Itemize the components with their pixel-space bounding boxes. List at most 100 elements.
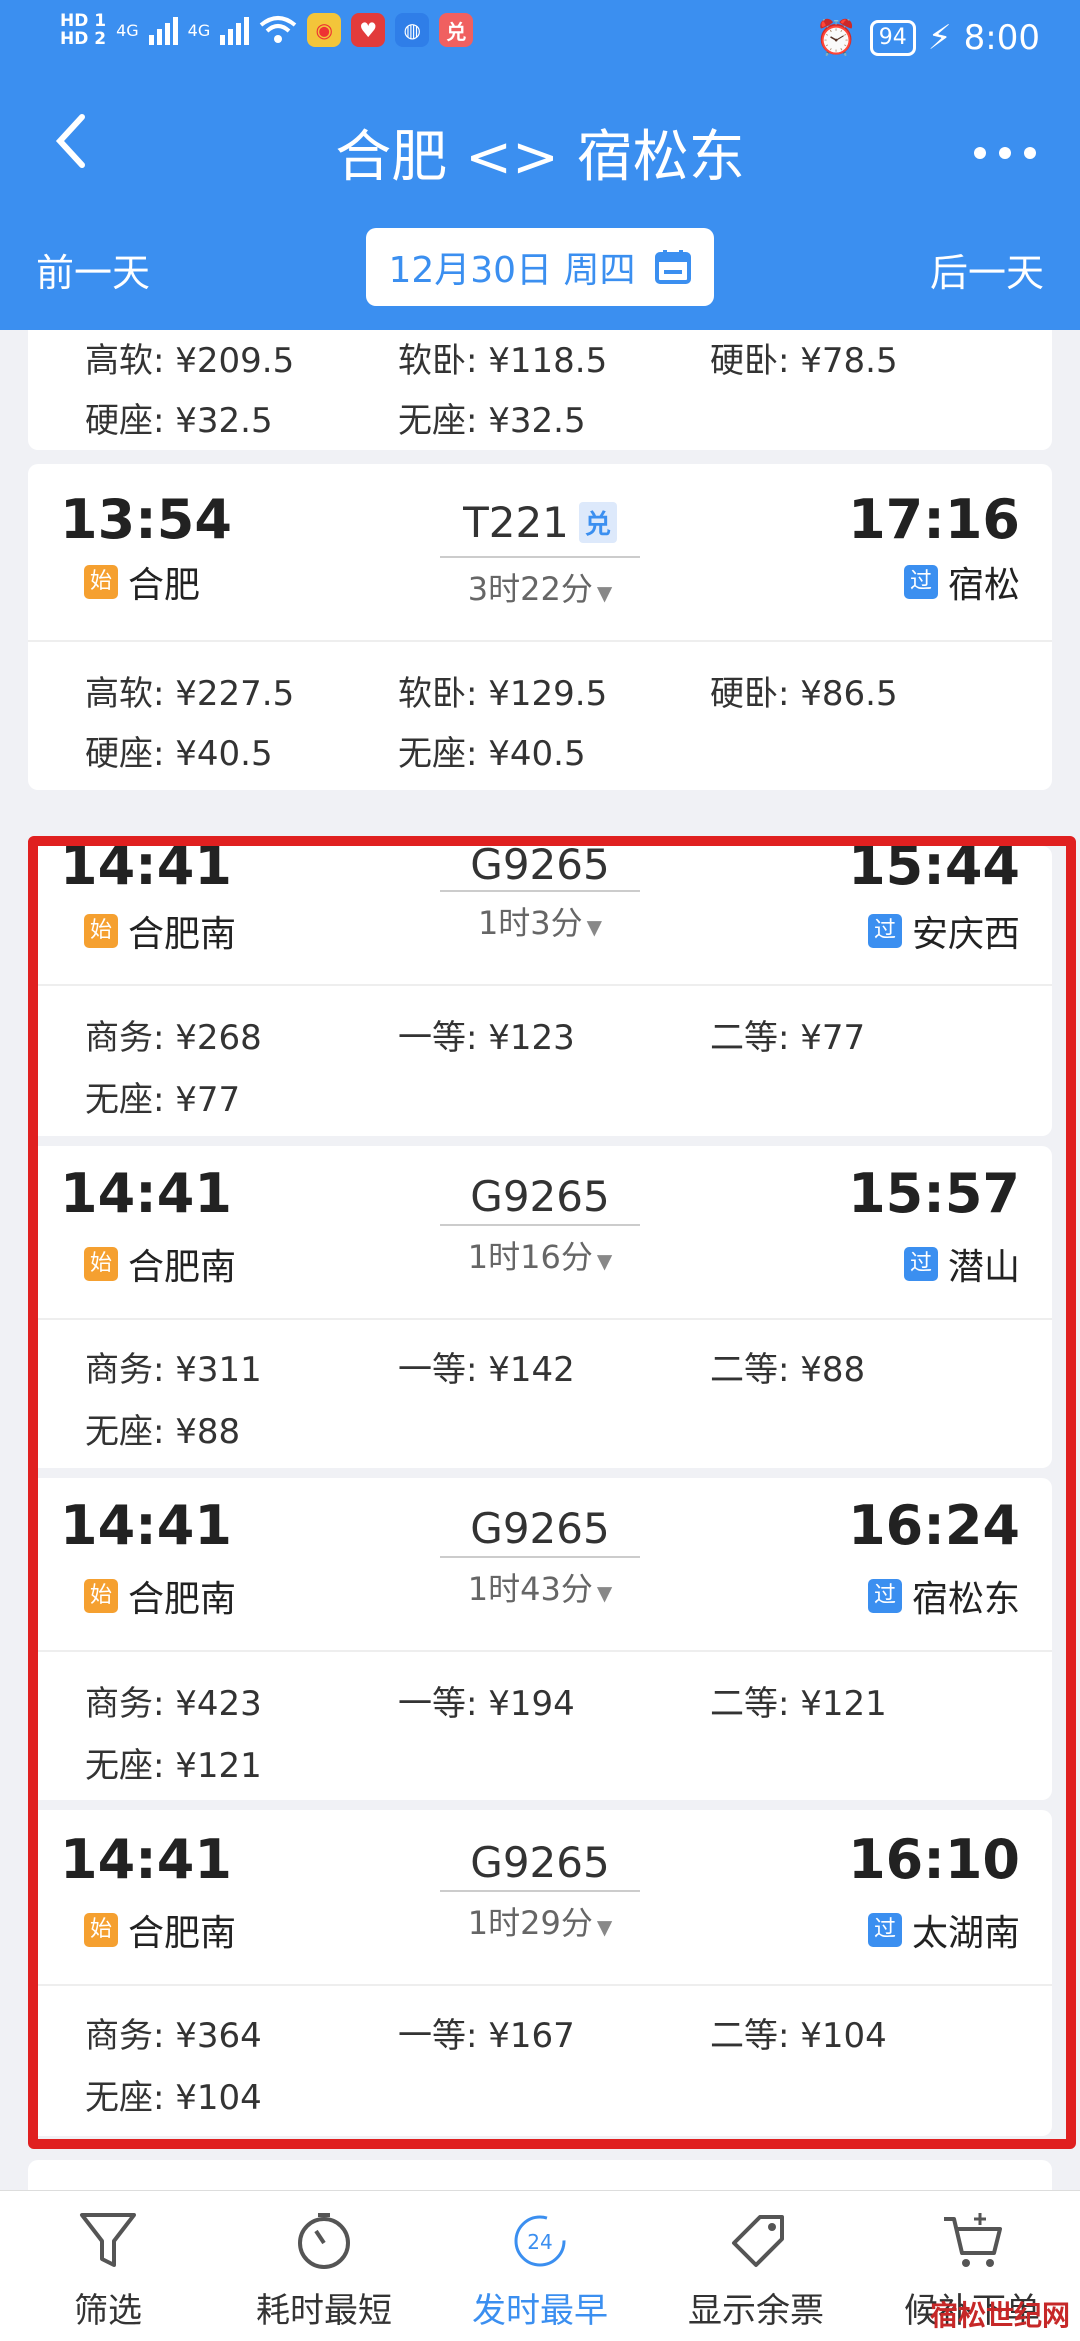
chevron-down-icon: ▼ (596, 1249, 613, 1273)
price-item: 软卧: ¥129.5 (398, 674, 608, 714)
arrival-station-name: 太湖南 (911, 1913, 1020, 1954)
price-item: 商务: ¥268 (85, 1018, 262, 1058)
arrival-station-name: 宿松东 (911, 1579, 1020, 1620)
site-watermark: 宿松世纪网 (929, 2299, 1070, 2332)
price-item: 硬卧: ¥86.5 (710, 674, 898, 714)
departure-station-name: 合肥南 (128, 1913, 237, 1954)
price-item: 高软: ¥209.5 (85, 341, 295, 381)
train-number-text: G9265 (470, 840, 610, 889)
price-row: 商务: ¥423 一等: ¥194 二等: ¥121 无座: ¥121 (60, 1676, 1020, 1786)
duration-text: 3时22分 (467, 570, 593, 608)
price-item: 硬座: ¥40.5 (85, 734, 273, 774)
divider (28, 640, 1052, 642)
arrival-time: 15:57 (848, 1162, 1020, 1225)
duration-text: 1时43分 (467, 1570, 593, 1608)
start-station-tag: 始 (84, 1247, 118, 1281)
duration-toggle[interactable]: 1时29分 ▼ (440, 1890, 640, 1944)
train-number-text: G9265 (470, 1838, 610, 1887)
app-header: HD 1 HD 2 4G 4G ◉ ♥ ◍ 兑 ⏰ 94 ⚡ 8:00 合肥 <… (0, 0, 1080, 330)
price-item: 商务: ¥423 (85, 1684, 262, 1724)
show-remaining-tickets-label: 显示余票 (688, 2291, 824, 2331)
pass-station-tag: 过 (903, 565, 938, 599)
price-item: 二等: ¥88 (710, 1350, 866, 1390)
show-remaining-tickets-button[interactable]: 显示余票 (648, 2191, 864, 2341)
clock-time: 8:00 (963, 18, 1040, 58)
more-options-button[interactable] (970, 112, 1040, 177)
heart-app-icon: ♥ (351, 13, 386, 47)
shortest-duration-button[interactable]: 耗时最短 (216, 2191, 432, 2341)
hd-indicators: HD 1 HD 2 (60, 12, 106, 48)
earliest-departure-button[interactable]: 24 发时最早 (432, 2191, 648, 2341)
arrival-time: 16:24 (848, 1494, 1020, 1557)
date-picker-button[interactable]: 12月30日 周四 (366, 228, 714, 306)
prev-day-button[interactable]: 前一天 (36, 242, 150, 297)
price-item: 一等: ¥142 (398, 1350, 575, 1390)
arrival-station: 过潜山 (903, 1238, 1020, 1290)
chevron-down-icon: ▼ (596, 581, 613, 605)
price-item: 二等: ¥121 (710, 1684, 887, 1724)
divider (28, 1984, 1052, 1986)
departure-station-name: 合肥南 (128, 914, 237, 955)
alarm-icon: ⏰ (815, 18, 858, 58)
arrival-station: 过宿松 (903, 556, 1020, 608)
hd2-label: HD 2 (60, 29, 107, 49)
duration-text: 1时3分 (477, 904, 583, 942)
price-row: 商务: ¥364 一等: ¥167 二等: ¥104 无座: ¥104 (60, 2008, 1020, 2118)
duration-toggle[interactable]: 3时22分 ▼ (440, 556, 640, 610)
price-item: 软卧: ¥118.5 (398, 341, 608, 381)
hd1-label: HD 1 (60, 11, 107, 31)
duration-toggle[interactable]: 1时3分 ▼ (440, 890, 640, 944)
earliest-departure-label: 发时最早 (472, 2291, 608, 2331)
price-item: 高软: ¥227.5 (85, 674, 295, 714)
train-number-text: T221 (463, 498, 569, 547)
chevron-down-icon: ▼ (586, 915, 603, 939)
book-app-icon: 兑 (439, 13, 474, 47)
selected-date: 12月30日 周四 (388, 250, 636, 291)
train-number-text: G9265 (470, 1172, 610, 1221)
price-row: 商务: ¥311 一等: ¥142 二等: ¥88 无座: ¥88 (60, 1342, 1020, 1452)
price-item: 一等: ¥194 (398, 1684, 575, 1724)
departure-station: 始合肥南 (84, 1238, 236, 1290)
network-2-label: 4G (187, 20, 211, 40)
filter-icon (80, 2213, 136, 2267)
divider (28, 984, 1052, 986)
duration-text: 1时29分 (467, 1904, 593, 1942)
arrival-time: 17:16 (848, 488, 1020, 551)
departure-station: 始合肥南 (84, 1570, 236, 1622)
wifi-icon (259, 16, 297, 43)
duration-toggle[interactable]: 1时43分 ▼ (440, 1556, 640, 1610)
price-item: 无座: ¥40.5 (398, 734, 586, 774)
route-title: 合肥 <> 宿松东 (335, 125, 745, 190)
price-item: 一等: ¥123 (398, 1018, 575, 1058)
price-row: 高软: ¥209.5 软卧: ¥118.5 硬卧: ¥78.5 硬座: ¥32.… (60, 333, 1020, 443)
signal-icon (148, 15, 178, 45)
arrival-station-name: 潜山 (947, 1247, 1020, 1288)
signal-icon (220, 15, 250, 45)
price-item: 二等: ¥77 (710, 1018, 866, 1058)
date-bar: 前一天 12月30日 周四 后一天 (0, 228, 1080, 308)
exchange-badge: 兑 (578, 502, 617, 543)
price-item: 无座: ¥88 (85, 1412, 241, 1452)
weibo-icon: ◉ (307, 13, 342, 47)
start-station-tag: 始 (84, 565, 118, 599)
next-day-button[interactable]: 后一天 (930, 242, 1044, 297)
cart-add-icon (944, 2213, 1002, 2267)
price-item: 无座: ¥121 (85, 1746, 262, 1786)
arrival-station: 过安庆西 (867, 905, 1020, 957)
price-item: 硬座: ¥32.5 (85, 401, 273, 441)
price-item: 商务: ¥364 (85, 2016, 262, 2056)
ticket-tag-icon (732, 2215, 784, 2267)
filter-button[interactable]: 筛选 (0, 2191, 216, 2341)
duration-toggle[interactable]: 1时16分 ▼ (440, 1224, 640, 1278)
clock-24-text: 24 (527, 2230, 552, 2254)
arrival-time: 16:10 (848, 1828, 1020, 1891)
departure-station: 始合肥南 (84, 1904, 236, 1956)
pass-station-tag: 过 (903, 1247, 938, 1281)
arrival-station-name: 安庆西 (911, 914, 1020, 955)
arrival-station: 过太湖南 (867, 1904, 1020, 1956)
pass-station-tag: 过 (867, 914, 902, 948)
stopwatch-icon (298, 2213, 350, 2269)
divider (28, 1318, 1052, 1320)
bulb-app-icon: ◍ (395, 13, 430, 47)
calendar-icon (654, 250, 691, 284)
